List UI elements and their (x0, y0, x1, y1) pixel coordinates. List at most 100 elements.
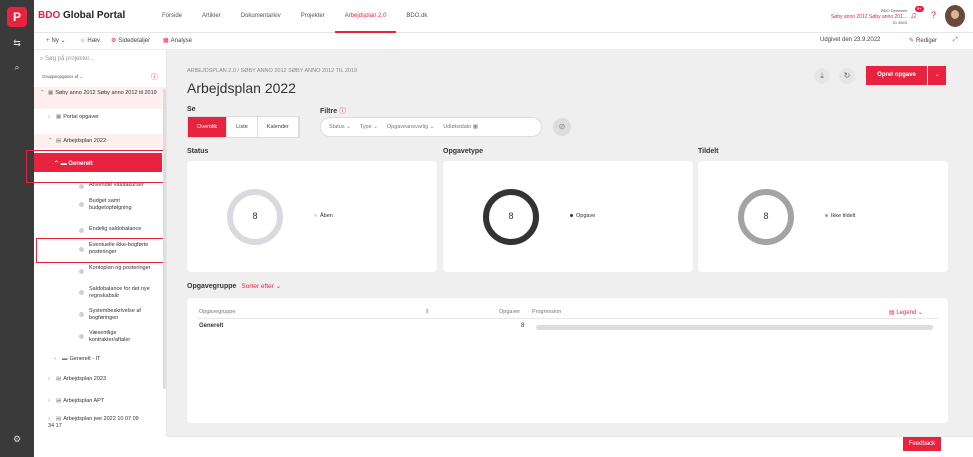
task-item[interactable]: Systembeskrivelse af bogføringen (89, 308, 161, 322)
bottom-bar (167, 436, 973, 457)
feedback-button[interactable]: Feedback (903, 437, 941, 451)
sidebar-scrollbar[interactable] (163, 89, 166, 389)
task-group-table: Opgavegruppe ⇕ Opgaver Progression ▤ Leg… (187, 298, 948, 423)
document-icon: ▤ (56, 416, 62, 422)
col-header-tasks[interactable]: Opgaver (499, 309, 520, 315)
main-content: ARBEJDSPLAN 2.0 / SØBY ANNO 2012 SØBY AN… (167, 50, 973, 436)
filter-heading: Filtre ⓘ (320, 108, 347, 115)
top-bar: BDO Global Portal Forside Artikler Dokum… (34, 0, 973, 33)
building-icon: ▦ (56, 114, 62, 120)
nav-item-projekter[interactable]: Projekter (291, 0, 335, 33)
filter-bar: Status ⌄ Type ⌄ Opgaveansvarlig ⌄ Udløbs… (320, 117, 542, 137)
row-group-name[interactable]: Generelt (199, 323, 223, 329)
context-id: ID 4643 (892, 20, 907, 25)
type-card: 8 Opgave (443, 161, 693, 272)
plus-icon: + (46, 38, 50, 44)
edit-button[interactable]: ✎ Rediger (909, 37, 937, 44)
breadcrumb[interactable]: ARBEJDSPLAN 2.0 / SØBY ANNO 2012 SØBY AN… (187, 68, 357, 74)
task-group-heading: Opgavegruppe Sorter efter ⌄ (187, 283, 282, 290)
view-switcher: Overblik Liste Kalender (187, 116, 300, 138)
refresh-icon[interactable]: ↻ (839, 68, 855, 84)
nav-item-dokumentarkiv[interactable]: Dokumentarkiv (231, 0, 291, 33)
status-dot (79, 334, 84, 339)
sort-icon[interactable]: ⇕ (425, 309, 430, 315)
annotation-box (36, 238, 165, 263)
expand-icon[interactable]: ⤢ (953, 37, 958, 44)
status-dot (79, 269, 84, 274)
tree-item-plan-apt[interactable]: › ▤ Arbejdsplan APT (48, 398, 104, 405)
task-item[interactable]: Kontoplan og posteringer (89, 265, 155, 272)
view-heading: Se (187, 106, 196, 113)
brand[interactable]: BDO Global Portal (38, 10, 125, 21)
task-item[interactable]: Endelig saldobalance (89, 226, 161, 233)
row-progress-bar (536, 325, 933, 330)
search-input[interactable]: Søg på projekter... (45, 56, 94, 62)
star-icon: ☆ (80, 38, 86, 44)
status-card-title: Status (187, 148, 209, 155)
tab-kalender[interactable]: Kalender (258, 117, 299, 137)
tree-item-plan-2023[interactable]: › ▤ Arbejdsplan 2023 (48, 376, 106, 383)
tree-item-project[interactable]: ⌃ ▦ Søby anno 2012 Søby anno 2012 til 2019 (40, 90, 160, 97)
nav-item-artikler[interactable]: Artikler (192, 0, 231, 33)
nav-item-forside[interactable]: Forside (152, 0, 192, 33)
status-dot (79, 184, 84, 189)
filter-due-date[interactable]: Udløbsdato ▦ (443, 124, 478, 130)
row-task-count: 8 (521, 323, 525, 329)
status-legend: Åben (314, 213, 333, 219)
filter-status[interactable]: Status ⌄ (329, 124, 351, 130)
create-task-menu-button[interactable]: ⌄ (928, 66, 946, 85)
type-count: 8 (508, 211, 514, 221)
type-legend: Opgave (570, 213, 595, 219)
tree-item-plan-jwe[interactable]: › ▤ Arbejdsplan jwe 2022 10 07 09 34 17 (48, 416, 144, 430)
tab-overblik[interactable]: Overblik (188, 117, 228, 137)
context-switcher[interactable]: BDO Denmark Søby anno 2012 Søby anno 201… (831, 8, 907, 26)
filter-type[interactable]: Type ⌄ (360, 124, 378, 130)
create-task-button[interactable]: Opret opgave (866, 66, 927, 85)
assigned-legend: Ikke tildelt (825, 213, 855, 219)
new-button[interactable]: + Ny ⌄ (46, 37, 66, 44)
task-item[interactable]: Anvendte valutakurser (89, 182, 159, 189)
download-icon[interactable]: ⤓ (814, 68, 830, 84)
legend-button[interactable]: ▤ Legend ⌄ (889, 309, 923, 316)
notification-bell-icon[interactable]: ♫ 9+ (910, 6, 924, 21)
col-header-group[interactable]: Opgavegruppe (199, 309, 235, 315)
nav-item-bdo-dk[interactable]: BDO.dk (396, 0, 437, 33)
nav-item-arbejdsplan[interactable]: Arbejdsplan 2.0 (334, 0, 397, 33)
tree-item-generelt-it[interactable]: › ▬ Generelt - IT (54, 356, 100, 363)
command-bar: + Ny ⌄ ☆ Hæv ⚙ Sidedetaljer ▦ Analyse Udgive… (34, 33, 973, 50)
search-icon[interactable]: ⌕ (0, 62, 34, 73)
page-title: Arbejdsplan 2022 (187, 80, 296, 96)
status-dot (79, 290, 84, 295)
page-details-button[interactable]: ⚙ Sidedetaljer (111, 37, 150, 44)
avatar[interactable] (945, 5, 965, 27)
settings-icon[interactable]: ⚙ (0, 434, 34, 445)
sort-by-dropdown[interactable]: Sorter efter ⌄ (241, 283, 281, 290)
assigned-card-title: Tildelt (698, 148, 719, 155)
chart-icon: ▦ (163, 38, 169, 44)
expand-icon[interactable]: ⇆ (0, 38, 34, 49)
folder-icon: ▬ (62, 356, 68, 362)
status-dot (79, 312, 84, 317)
tree-item-plan-2022[interactable]: ⌃ ▤ Arbejdsplan 2022 (48, 138, 106, 145)
tab-liste[interactable]: Liste (227, 117, 258, 137)
info-icon: ⓘ (339, 108, 347, 115)
help-icon[interactable]: ? (931, 10, 936, 20)
task-item[interactable]: Væsentlige kontrakter/aftaler (89, 330, 155, 344)
info-icon[interactable]: ⓘ (151, 72, 158, 82)
project-sidebar: ⌕ Søg på projekter... Gruppeopgaver af ⌄… (26, 50, 167, 436)
tree-item-portal[interactable]: › ▦ Portal opgaver (48, 114, 99, 121)
project-search[interactable]: ⌕ Søg på projekter... (40, 56, 160, 68)
clear-filters-icon[interactable]: ⊘ (553, 118, 571, 136)
follow-button[interactable]: ☆ Hæv (80, 37, 100, 44)
task-item[interactable]: Budget samt budgetopfølgning (89, 198, 159, 212)
app-logo-icon[interactable]: P (7, 7, 27, 27)
analysis-button[interactable]: ▦ Analyse (163, 37, 192, 44)
status-dot (79, 228, 84, 233)
task-item[interactable]: Saldobalance for det nye regnskabsår (89, 286, 161, 300)
filter-responsible[interactable]: Opgaveansvarlig ⌄ (387, 124, 434, 130)
type-card-title: Opgavetype (443, 148, 484, 155)
header-divider (197, 318, 938, 319)
col-header-progress[interactable]: Progression (532, 309, 561, 315)
app-rail: P ⇆ ⌕ ⚙ (0, 0, 34, 457)
group-by-dropdown[interactable]: Gruppeopgaver af ⌄ (42, 74, 83, 80)
